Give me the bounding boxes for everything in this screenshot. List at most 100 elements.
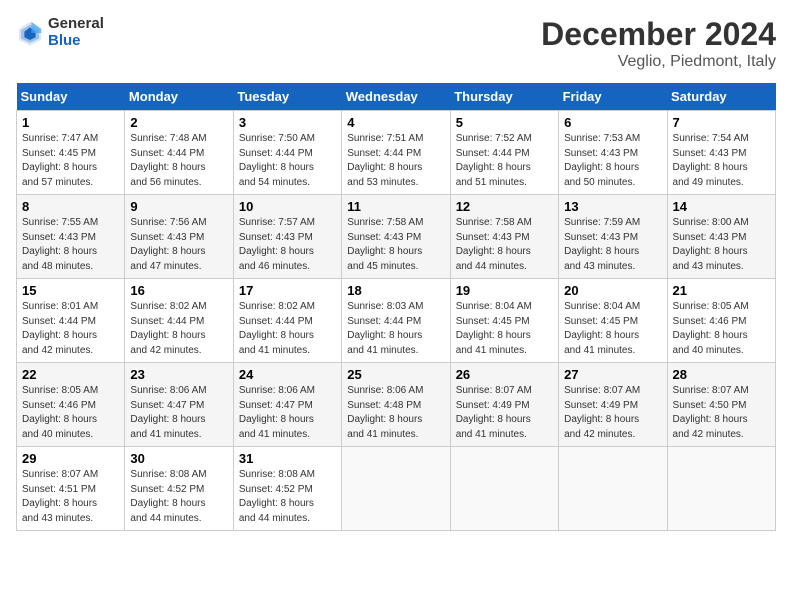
- daylight-hours: Daylight: 8 hours: [564, 414, 639, 425]
- sunset-text: Sunset: 4:49 PM: [456, 400, 530, 411]
- day-info: Sunrise: 8:07 AMSunset: 4:50 PMDaylight:…: [673, 384, 770, 442]
- table-row: 20Sunrise: 8:04 AMSunset: 4:45 PMDayligh…: [559, 279, 667, 363]
- daylight-minutes: and 56 minutes.: [130, 177, 201, 188]
- day-number: 8: [22, 199, 119, 214]
- day-number: 30: [130, 451, 227, 466]
- daylight-hours: Daylight: 8 hours: [347, 162, 422, 173]
- col-tuesday: Tuesday: [233, 83, 341, 111]
- sunset-text: Sunset: 4:45 PM: [564, 316, 638, 327]
- daylight-hours: Daylight: 8 hours: [239, 162, 314, 173]
- daylight-minutes: and 41 minutes.: [347, 345, 418, 356]
- daylight-minutes: and 44 minutes.: [456, 261, 527, 272]
- day-number: 17: [239, 283, 336, 298]
- calendar-week-row: 8 Sunrise: 7:55 AMSunset: 4:43 PMDaylight…: [17, 195, 776, 279]
- daylight-minutes: and 43 minutes.: [673, 261, 744, 272]
- table-row: 28 Sunrise: 8:07 AMSunset: 4:50 PMDayligh…: [667, 363, 775, 447]
- table-row: [667, 447, 775, 531]
- calendar-week-row: 22Sunrise: 8:05 AMSunset: 4:46 PMDayligh…: [17, 363, 776, 447]
- sunset-text: Sunset: 4:43 PM: [22, 232, 96, 243]
- day-number: 1: [22, 115, 119, 130]
- day-info: Sunrise: 8:04 AMSunset: 4:45 PMDaylight:…: [456, 300, 553, 358]
- table-row: 6Sunrise: 7:53 AMSunset: 4:43 PMDaylight…: [559, 111, 667, 195]
- daylight-hours: Daylight: 8 hours: [347, 414, 422, 425]
- sunrise-text: Sunrise: 7:58 AM: [456, 217, 532, 228]
- day-info: Sunrise: 7:59 AMSunset: 4:43 PMDaylight:…: [564, 216, 661, 274]
- calendar-header-row: Sunday Monday Tuesday Wednesday Thursday…: [17, 83, 776, 111]
- sunrise-text: Sunrise: 7:59 AM: [564, 217, 640, 228]
- sunset-text: Sunset: 4:44 PM: [347, 148, 421, 159]
- day-info: Sunrise: 7:58 AMSunset: 4:43 PMDaylight:…: [347, 216, 444, 274]
- daylight-minutes: and 46 minutes.: [239, 261, 310, 272]
- daylight-hours: Daylight: 8 hours: [564, 162, 639, 173]
- daylight-minutes: and 41 minutes.: [239, 345, 310, 356]
- day-info: Sunrise: 8:01 AMSunset: 4:44 PMDaylight:…: [22, 300, 119, 358]
- day-info: Sunrise: 8:07 AMSunset: 4:49 PMDaylight:…: [564, 384, 661, 442]
- table-row: 12Sunrise: 7:58 AMSunset: 4:43 PMDayligh…: [450, 195, 558, 279]
- daylight-hours: Daylight: 8 hours: [673, 246, 748, 257]
- day-info: Sunrise: 7:58 AMSunset: 4:43 PMDaylight:…: [456, 216, 553, 274]
- daylight-hours: Daylight: 8 hours: [130, 414, 205, 425]
- daylight-hours: Daylight: 8 hours: [22, 330, 97, 341]
- calendar-week-row: 29Sunrise: 8:07 AMSunset: 4:51 PMDayligh…: [17, 447, 776, 531]
- day-info: Sunrise: 8:08 AMSunset: 4:52 PMDaylight:…: [239, 468, 336, 526]
- location-title: Veglio, Piedmont, Italy: [541, 53, 776, 71]
- sunset-text: Sunset: 4:46 PM: [22, 400, 96, 411]
- table-row: 29Sunrise: 8:07 AMSunset: 4:51 PMDayligh…: [17, 447, 125, 531]
- day-info: Sunrise: 7:55 AMSunset: 4:43 PMDaylight:…: [22, 216, 119, 274]
- day-number: 20: [564, 283, 661, 298]
- sunrise-text: Sunrise: 8:05 AM: [22, 385, 98, 396]
- day-info: Sunrise: 7:56 AMSunset: 4:43 PMDaylight:…: [130, 216, 227, 274]
- sunset-text: Sunset: 4:43 PM: [239, 232, 313, 243]
- daylight-minutes: and 41 minutes.: [564, 345, 635, 356]
- sunrise-text: Sunrise: 8:02 AM: [130, 301, 206, 312]
- logo-general-text: General: [48, 16, 104, 33]
- sunrise-text: Sunrise: 8:07 AM: [673, 385, 749, 396]
- daylight-hours: Daylight: 8 hours: [456, 330, 531, 341]
- day-number: 19: [456, 283, 553, 298]
- day-info: Sunrise: 7:53 AMSunset: 4:43 PMDaylight:…: [564, 132, 661, 190]
- sunset-text: Sunset: 4:44 PM: [239, 148, 313, 159]
- calendar-week-row: 15Sunrise: 8:01 AMSunset: 4:44 PMDayligh…: [17, 279, 776, 363]
- table-row: 16Sunrise: 8:02 AMSunset: 4:44 PMDayligh…: [125, 279, 233, 363]
- sunrise-text: Sunrise: 8:00 AM: [673, 217, 749, 228]
- day-info: Sunrise: 8:03 AMSunset: 4:44 PMDaylight:…: [347, 300, 444, 358]
- daylight-hours: Daylight: 8 hours: [456, 414, 531, 425]
- daylight-minutes: and 40 minutes.: [22, 429, 93, 440]
- sunset-text: Sunset: 4:43 PM: [456, 232, 530, 243]
- sunset-text: Sunset: 4:47 PM: [130, 400, 204, 411]
- daylight-minutes: and 41 minutes.: [456, 429, 527, 440]
- day-number: 10: [239, 199, 336, 214]
- table-row: 14Sunrise: 8:00 AMSunset: 4:43 PMDayligh…: [667, 195, 775, 279]
- daylight-hours: Daylight: 8 hours: [130, 162, 205, 173]
- sunset-text: Sunset: 4:43 PM: [564, 232, 638, 243]
- sunrise-text: Sunrise: 8:01 AM: [22, 301, 98, 312]
- sunset-text: Sunset: 4:43 PM: [673, 148, 747, 159]
- sunset-text: Sunset: 4:44 PM: [239, 316, 313, 327]
- day-info: Sunrise: 7:51 AMSunset: 4:44 PMDaylight:…: [347, 132, 444, 190]
- table-row: 8 Sunrise: 7:55 AMSunset: 4:43 PMDaylight…: [17, 195, 125, 279]
- daylight-minutes: and 53 minutes.: [347, 177, 418, 188]
- day-number: 29: [22, 451, 119, 466]
- col-thursday: Thursday: [450, 83, 558, 111]
- sunset-text: Sunset: 4:44 PM: [130, 148, 204, 159]
- daylight-hours: Daylight: 8 hours: [347, 246, 422, 257]
- daylight-minutes: and 45 minutes.: [347, 261, 418, 272]
- day-number: 9: [130, 199, 227, 214]
- day-number: 25: [347, 367, 444, 382]
- table-row: 21Sunrise: 8:05 AMSunset: 4:46 PMDayligh…: [667, 279, 775, 363]
- table-row: 30Sunrise: 8:08 AMSunset: 4:52 PMDayligh…: [125, 447, 233, 531]
- daylight-hours: Daylight: 8 hours: [239, 330, 314, 341]
- logo: General Blue: [16, 16, 104, 49]
- table-row: 27Sunrise: 8:07 AMSunset: 4:49 PMDayligh…: [559, 363, 667, 447]
- calendar-table: Sunday Monday Tuesday Wednesday Thursday…: [16, 83, 776, 531]
- daylight-minutes: and 41 minutes.: [456, 345, 527, 356]
- day-number: 28: [673, 367, 770, 382]
- table-row: 9 Sunrise: 7:56 AMSunset: 4:43 PMDaylight…: [125, 195, 233, 279]
- day-number: 15: [22, 283, 119, 298]
- sunset-text: Sunset: 4:52 PM: [239, 484, 313, 495]
- sunset-text: Sunset: 4:52 PM: [130, 484, 204, 495]
- sunrise-text: Sunrise: 8:08 AM: [239, 469, 315, 480]
- table-row: [450, 447, 558, 531]
- sunrise-text: Sunrise: 8:03 AM: [347, 301, 423, 312]
- daylight-minutes: and 44 minutes.: [239, 513, 310, 524]
